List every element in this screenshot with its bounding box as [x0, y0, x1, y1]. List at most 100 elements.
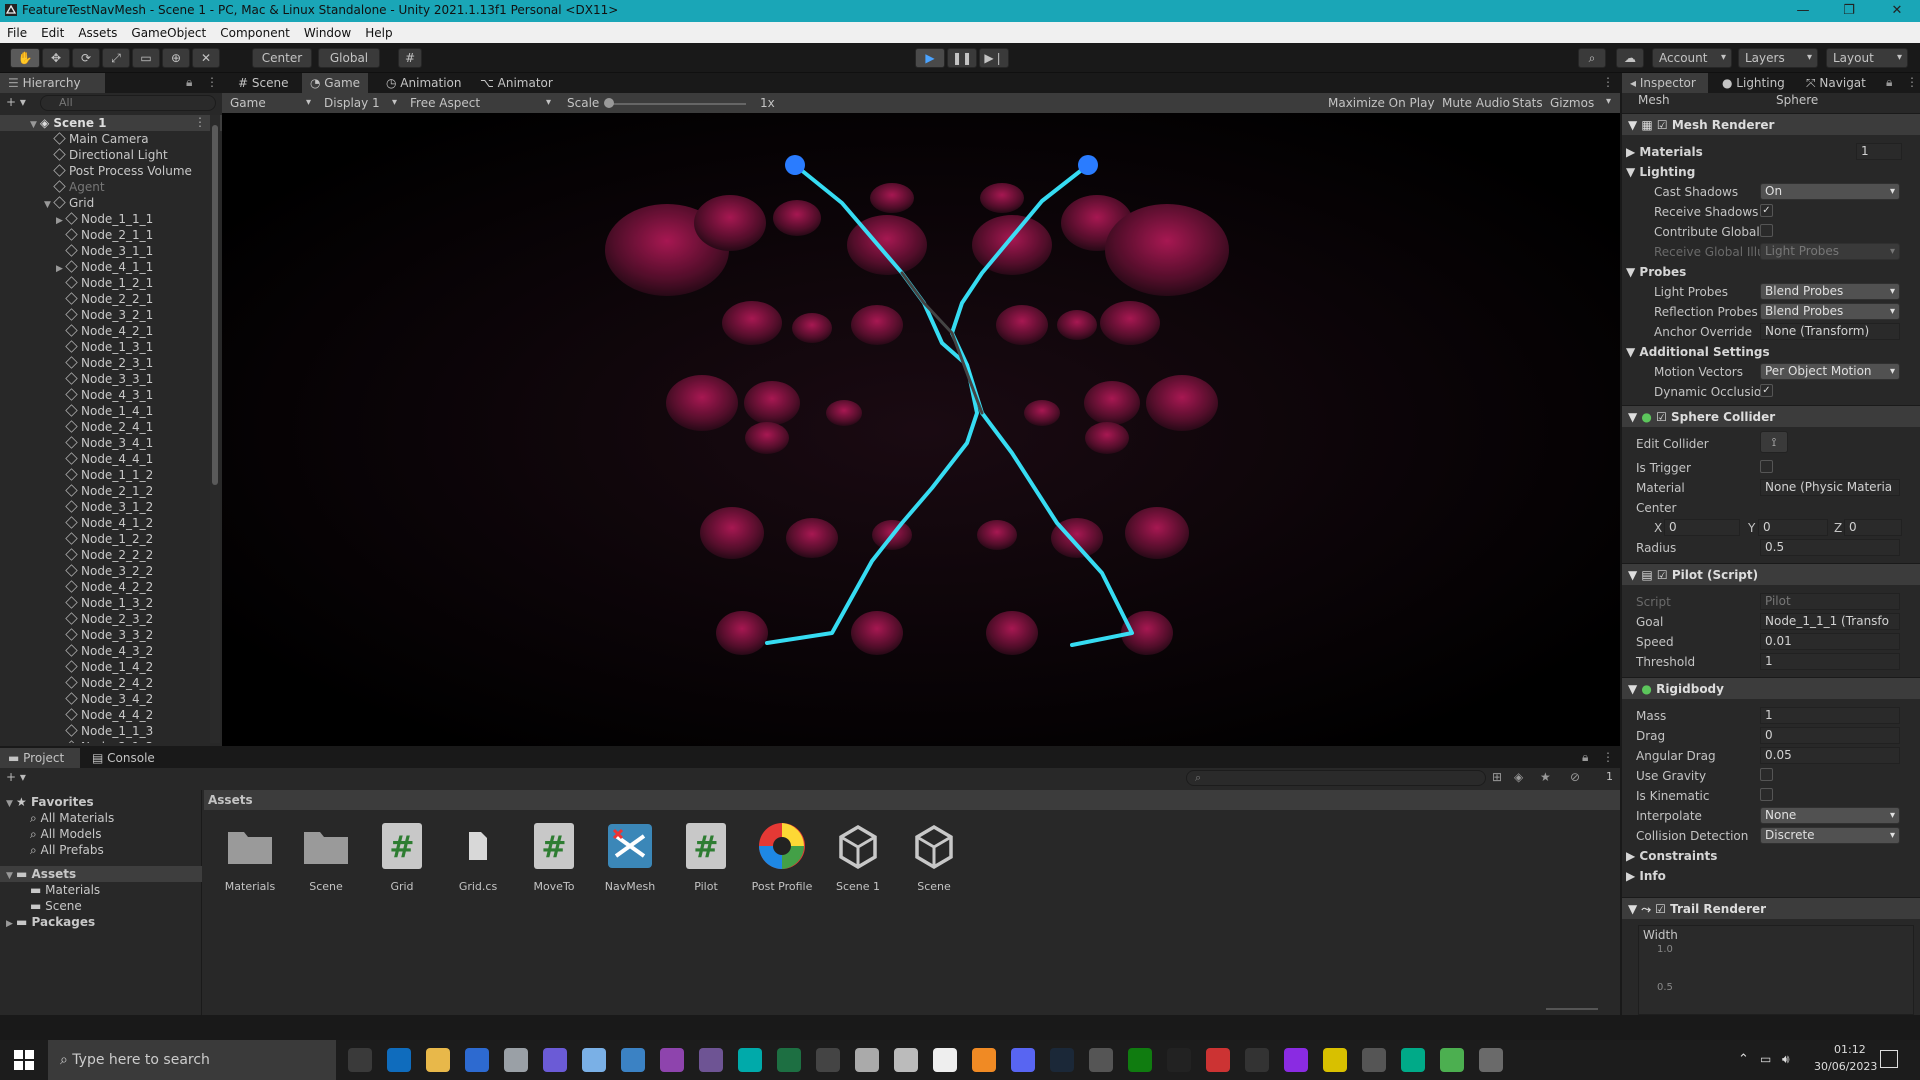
account-dropdown[interactable]: Account: [1652, 48, 1732, 68]
expand-icon[interactable]: ▼: [44, 197, 54, 213]
maximize-on-play-button[interactable]: Maximize On Play: [1328, 96, 1435, 110]
tree-folder-scene[interactable]: ▬ Scene: [30, 898, 82, 914]
hierarchy-item[interactable]: Node_4_1_2: [56, 515, 153, 531]
task-view-icon[interactable]: [348, 1048, 372, 1072]
app-icon[interactable]: [1206, 1048, 1230, 1072]
windows-start-icon[interactable]: [14, 1050, 34, 1070]
reflection-probes-dropdown[interactable]: Blend Probes: [1760, 303, 1900, 320]
minimize-button[interactable]: —: [1780, 0, 1826, 22]
transform-tool-button[interactable]: ⊕: [162, 48, 190, 68]
threshold-field[interactable]: 1: [1760, 653, 1900, 670]
tab-animation[interactable]: ◷ Animation: [378, 73, 469, 93]
project-search-input[interactable]: ⌕: [1186, 770, 1486, 786]
tree-folder-materials[interactable]: ▬ Materials: [30, 882, 100, 898]
app-icon[interactable]: [816, 1048, 840, 1072]
menu-help[interactable]: Help: [358, 26, 399, 40]
asset-item[interactable]: Materials: [214, 820, 286, 893]
volume-icon[interactable]: 🔊︎: [1782, 1052, 1790, 1067]
hierarchy-item[interactable]: ▶ Node_1_1_1: [56, 211, 153, 227]
hierarchy-item[interactable]: Node_2_4_1: [56, 419, 153, 435]
app-icon[interactable]: [855, 1048, 879, 1072]
scrollbar-thumb[interactable]: [212, 125, 218, 485]
grid-snap-button[interactable]: #: [398, 48, 422, 68]
asset-item[interactable]: # Pilot: [670, 820, 742, 893]
favorite-star-icon[interactable]: ★: [1540, 770, 1551, 784]
radius-field[interactable]: 0.5: [1760, 539, 1900, 556]
github-icon[interactable]: [660, 1048, 684, 1072]
tab-console[interactable]: ▤ Console: [84, 748, 163, 768]
drag-field[interactable]: 0: [1760, 727, 1900, 744]
hierarchy-item[interactable]: Node_2_4_2: [56, 675, 153, 691]
epic-icon[interactable]: [1167, 1048, 1191, 1072]
mesh-value[interactable]: Sphere: [1776, 93, 1818, 107]
trail-renderer-header[interactable]: ▼ ⤳ ☑ Trail Renderer: [1622, 897, 1920, 919]
is-kinematic-checkbox[interactable]: [1760, 788, 1773, 801]
tab-lighting[interactable]: ● Lighting: [1714, 73, 1793, 93]
scene-row[interactable]: ▼ ◈ Scene 1 ⋮: [0, 115, 222, 131]
pivot-global-button[interactable]: Global: [318, 48, 380, 68]
hierarchy-item[interactable]: ▶ Node_4_1_1: [56, 259, 153, 275]
hand-tool-button[interactable]: ✋: [10, 48, 40, 68]
hidden-packages-icon[interactable]: ⊘: [1570, 770, 1580, 784]
hierarchy-item[interactable]: ▼ Grid: [44, 195, 94, 211]
assets-breadcrumb[interactable]: Assets: [204, 790, 1620, 810]
materials-foldout[interactable]: ▶ Materials: [1626, 145, 1703, 159]
stats-button[interactable]: Stats: [1512, 96, 1543, 110]
goal-field[interactable]: Node_1_1_1 (Transfo: [1760, 613, 1900, 630]
blender-icon[interactable]: [972, 1048, 996, 1072]
hierarchy-item[interactable]: Node_4_3_2: [56, 643, 153, 659]
hierarchy-item[interactable]: Node_2_1_1: [56, 227, 153, 243]
menu-edit[interactable]: Edit: [34, 26, 71, 40]
move-tool-button[interactable]: ✥: [42, 48, 70, 68]
hierarchy-item[interactable]: Node_4_4_2: [56, 707, 153, 723]
assets-root-row[interactable]: ▼ ▬ Assets: [0, 866, 202, 882]
app-icon[interactable]: [894, 1048, 918, 1072]
game-viewport[interactable]: [222, 113, 1620, 746]
menu-assets[interactable]: Assets: [71, 26, 124, 40]
hierarchy-item[interactable]: Directional Light: [44, 147, 168, 163]
app-icon[interactable]: [543, 1048, 567, 1072]
rotate-tool-button[interactable]: ⟳: [72, 48, 100, 68]
step-button[interactable]: ▶❘: [979, 48, 1009, 68]
terminal-icon[interactable]: [777, 1048, 801, 1072]
cloud-icon[interactable]: ☁: [1616, 48, 1644, 68]
asset-item[interactable]: Scene: [290, 820, 362, 893]
anchor-override-field[interactable]: None (Transform): [1760, 323, 1900, 340]
filter-label-icon[interactable]: ◈: [1514, 770, 1523, 784]
constraints-foldout[interactable]: ▶ Constraints: [1626, 849, 1717, 863]
menu-file[interactable]: File: [0, 26, 34, 40]
pause-button[interactable]: ❚❚: [947, 48, 977, 68]
hierarchy-item[interactable]: Node_2_3_2: [56, 611, 153, 627]
favorites-row[interactable]: ▼ ★ Favorites: [6, 794, 94, 810]
pilot-script-header[interactable]: ▼ ▤ ☑ Pilot (Script): [1622, 563, 1920, 585]
motion-vectors-dropdown[interactable]: Per Object Motion: [1760, 363, 1900, 380]
hierarchy-item[interactable]: Node_2_1_2: [56, 483, 153, 499]
hierarchy-item[interactable]: Node_1_3_1: [56, 339, 153, 355]
is-trigger-checkbox[interactable]: [1760, 460, 1773, 473]
filter-type-icon[interactable]: ⊞: [1492, 770, 1502, 784]
hierarchy-item[interactable]: Node_1_1_3: [56, 723, 153, 739]
hierarchy-item[interactable]: Node_4_2_1: [56, 323, 153, 339]
hierarchy-item[interactable]: Node_2_2_2: [56, 547, 153, 563]
visual-studio-icon[interactable]: [621, 1048, 645, 1072]
app-icon[interactable]: [504, 1048, 528, 1072]
create-asset-button[interactable]: + ▾: [6, 770, 26, 784]
taskbar-search-box[interactable]: ⌕ Type here to search: [48, 1040, 336, 1080]
arduino-icon[interactable]: [699, 1048, 723, 1072]
xbox-icon[interactable]: [1128, 1048, 1152, 1072]
asset-item[interactable]: # Grid: [366, 820, 438, 893]
asset-item[interactable]: Scene 1: [822, 820, 894, 893]
material-field[interactable]: None (Physic Materia: [1760, 479, 1900, 496]
tab-hierarchy[interactable]: ☰ Hierarchy: [0, 73, 105, 93]
hierarchy-item[interactable]: Node_3_2_2: [56, 563, 153, 579]
view-menu-icon[interactable]: ⋮: [1602, 75, 1614, 89]
more-menu-icon[interactable]: ⋮: [206, 75, 218, 89]
hierarchy-item[interactable]: Node_2_2_1: [56, 291, 153, 307]
menu-component[interactable]: Component: [213, 26, 297, 40]
hierarchy-item[interactable]: Node_3_4_2: [56, 691, 153, 707]
scale-slider-track[interactable]: [606, 103, 746, 105]
asset-item[interactable]: Post Profile: [746, 820, 818, 893]
materials-count[interactable]: 1: [1856, 143, 1902, 160]
hierarchy-item[interactable]: Agent: [44, 179, 105, 195]
lock-icon[interactable]: 🔒︎: [1886, 75, 1892, 90]
